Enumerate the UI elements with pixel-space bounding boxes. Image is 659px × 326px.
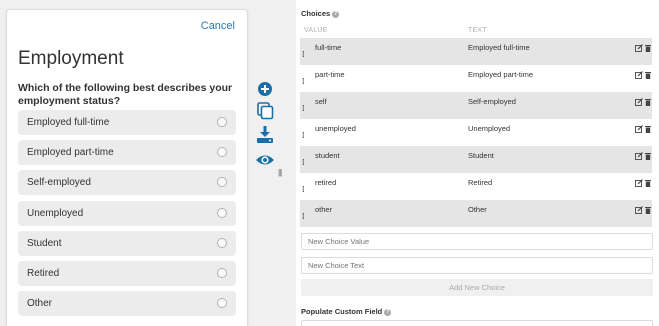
choice-value: part-time	[315, 70, 345, 79]
choice-text: Retired	[468, 178, 493, 187]
choice-text: Other	[468, 205, 487, 214]
choice-text: Employed part-time	[468, 70, 534, 79]
choice-text: Unemployed	[468, 124, 511, 133]
edit-icon[interactable]	[635, 71, 643, 79]
edit-icon[interactable]	[635, 152, 643, 160]
trash-icon[interactable]	[644, 125, 652, 133]
option-label: Employed full-time	[27, 117, 110, 128]
choice-row: ⁞ other Other	[300, 200, 652, 227]
radio-button[interactable]	[217, 267, 227, 278]
choice-value: student	[315, 151, 340, 160]
new-choice-text-input[interactable]	[301, 257, 653, 274]
drag-handle-icon[interactable]: ⁞	[302, 131, 305, 140]
help-icon[interactable]: ?	[384, 309, 392, 316]
choices-label: Choices?	[301, 9, 340, 18]
cancel-link[interactable]: Cancel	[201, 20, 235, 32]
radio-button[interactable]	[217, 147, 227, 158]
radio-button[interactable]	[217, 298, 227, 309]
option-unemployed[interactable]: Unemployed	[18, 200, 236, 226]
option-label: Retired	[27, 267, 60, 279]
drag-handle-icon[interactable]: ⁞	[302, 50, 305, 59]
radio-button[interactable]	[217, 237, 227, 248]
choice-text: Student	[468, 151, 494, 160]
choice-row: ⁞ part-time Employed part-time	[300, 65, 652, 92]
edit-icon[interactable]	[635, 98, 643, 106]
help-icon[interactable]: ?	[332, 11, 340, 18]
choice-value: self	[315, 97, 327, 106]
trash-icon[interactable]	[644, 179, 652, 187]
panel-resize-handle[interactable]: |||	[278, 168, 282, 177]
choice-row: ⁞ unemployed Unemployed	[300, 119, 652, 146]
option-employed-full-time[interactable]: Employed full-time	[18, 110, 236, 135]
text-column-header: TEXT	[468, 27, 487, 34]
download-icon[interactable]	[254, 125, 276, 145]
drag-handle-icon[interactable]: ⁞	[302, 77, 305, 86]
option-label: Self-employed	[27, 177, 91, 189]
option-self-employed[interactable]: Self-employed	[18, 170, 236, 196]
value-column-header: VALUE	[304, 27, 328, 34]
choice-value: unemployed	[315, 124, 356, 133]
option-other[interactable]: Other	[18, 291, 236, 317]
preview-eye-icon[interactable]	[254, 150, 276, 170]
drag-handle-icon[interactable]: ⁞	[302, 212, 305, 221]
drag-handle-icon[interactable]: ⁞	[302, 104, 305, 113]
option-label: Other	[27, 298, 53, 310]
option-label: Student	[27, 237, 62, 249]
trash-icon[interactable]	[644, 71, 652, 79]
new-choice-value-input[interactable]	[301, 233, 653, 250]
copy-icon[interactable]	[254, 101, 276, 121]
options-list: Employed full-time Employed part-time Se…	[18, 110, 236, 321]
choice-row: ⁞ student Student	[300, 146, 652, 173]
add-icon[interactable]	[254, 80, 276, 100]
radio-button[interactable]	[217, 117, 227, 127]
edit-icon[interactable]	[635, 125, 643, 133]
custom-field-select[interactable]	[301, 320, 653, 326]
choice-value: full-time	[315, 43, 342, 52]
option-retired[interactable]: Retired	[18, 260, 236, 286]
edit-icon[interactable]	[635, 44, 643, 52]
edit-icon[interactable]	[635, 179, 643, 187]
choices-label-text: Choices	[301, 9, 331, 18]
radio-button[interactable]	[217, 177, 227, 188]
option-label: Unemployed	[27, 207, 84, 219]
add-new-choice-button[interactable]: Add New Choice	[301, 279, 653, 296]
trash-icon[interactable]	[644, 152, 652, 160]
edit-icon[interactable]	[635, 206, 643, 214]
choice-row: ⁞ retired Retired	[300, 173, 652, 200]
choices-settings-panel: Choices? VALUE TEXT ⁞ full-time Employed…	[296, 0, 659, 326]
trash-icon[interactable]	[644, 206, 652, 214]
populate-custom-field-text: Populate Custom Field	[301, 307, 383, 316]
option-employed-part-time[interactable]: Employed part-time	[18, 140, 236, 166]
trash-icon[interactable]	[644, 98, 652, 106]
trash-icon[interactable]	[644, 44, 652, 52]
question-text: Which of the following best describes yo…	[18, 82, 233, 107]
radio-button[interactable]	[217, 207, 227, 218]
drag-handle-icon[interactable]: ⁞	[302, 158, 305, 167]
choice-row: ⁞ full-time Employed full-time	[300, 38, 652, 65]
form-title: Employment	[18, 48, 124, 69]
option-student[interactable]: Student	[18, 230, 236, 256]
choice-value: other	[315, 205, 333, 214]
choice-value: retired	[315, 178, 337, 187]
choice-text: Employed full-time	[468, 43, 530, 52]
drag-handle-icon[interactable]: ⁞	[302, 185, 305, 194]
choice-row: ⁞ self Self-employed	[300, 92, 652, 119]
form-preview-panel: Cancel Employment Which of the following…	[6, 9, 248, 326]
populate-custom-field-label: Populate Custom Field?	[301, 307, 392, 316]
choice-text: Self-employed	[468, 97, 516, 106]
option-label: Employed part-time	[27, 147, 114, 159]
